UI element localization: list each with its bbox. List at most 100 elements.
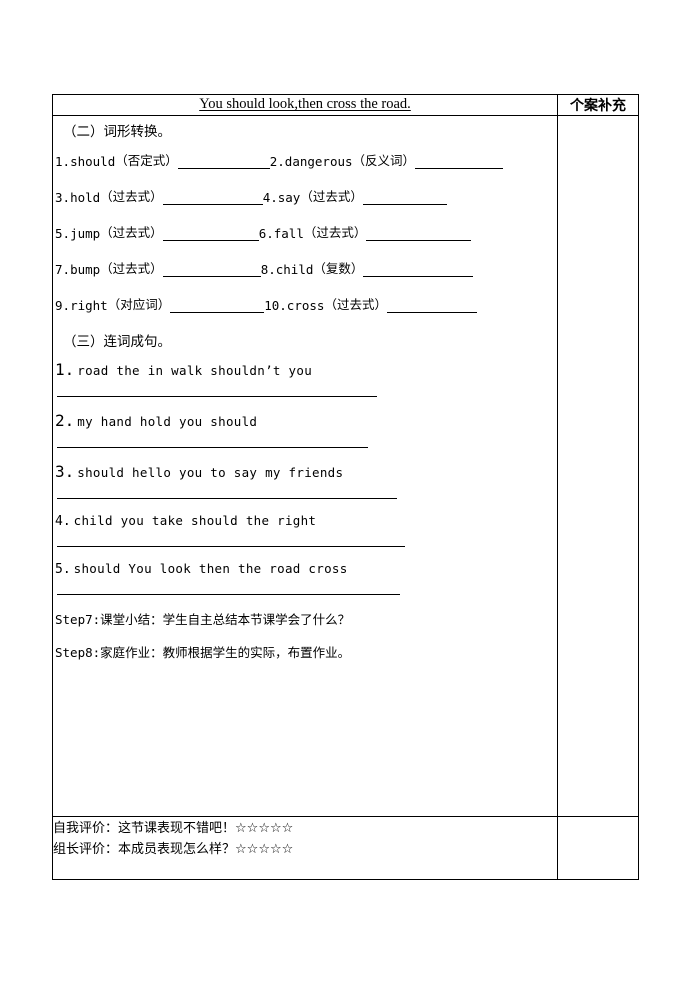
item-hint: （过去式） <box>300 189 363 204</box>
item-number: 4. <box>262 190 278 205</box>
item-hint: （对应词） <box>107 297 171 312</box>
item-number: 6. <box>258 226 274 241</box>
item-hint: （过去式） <box>100 225 163 240</box>
step-text: 家庭作业：教师根据学生的实际，布置作业。 <box>100 645 351 660</box>
leader-evaluation-label: 组长评价：本成员表现怎么样？ <box>53 842 236 857</box>
answer-blank[interactable] <box>162 265 261 277</box>
step-lead: Step8: <box>55 645 101 660</box>
scrambled-words: should You look then the road cross <box>73 561 348 576</box>
word-transform-item: 1. should （否定式） <box>55 150 270 169</box>
page-title: You should look,then cross the road. <box>199 96 411 112</box>
word-transform-row: 3. hold （过去式） 4. say （过去式） <box>55 186 557 205</box>
evaluation-cell: 自我评价：这节课表现不错吧！☆☆☆☆☆ 组长评价：本成员表现怎么样？☆☆☆☆☆ <box>52 816 558 880</box>
word-transform-row: 5. jump （过去式） 6. fall （过去式） <box>55 222 557 241</box>
scrambled-words: child you take should the right <box>73 513 317 528</box>
answer-blank[interactable] <box>170 301 265 313</box>
word-transform-item: 8. child （复数） <box>261 258 474 277</box>
item-word: jump <box>70 226 101 241</box>
item-word: should <box>70 154 116 169</box>
table-footer-row: 自我评价：这节课表现不错吧！☆☆☆☆☆ 组长评价：本成员表现怎么样？☆☆☆☆☆ <box>52 816 639 880</box>
item-number: 5. <box>55 226 71 241</box>
sentence-order-item: 3. should hello you to say my friends <box>55 462 557 499</box>
item-hint: （过去式） <box>100 189 163 204</box>
item-number: 4. <box>55 514 71 529</box>
item-number: 2. <box>55 411 75 430</box>
item-number: 8. <box>260 262 276 277</box>
lesson-title-cell: You should look,then cross the road. <box>52 94 558 116</box>
word-transform-item: 10. cross （过去式） <box>264 294 477 313</box>
step-lead: Step7: <box>55 612 101 627</box>
item-number: 2. <box>269 154 285 169</box>
step-line-7: Step7:课堂小结：学生自主总结本节课学会了什么？ <box>55 609 557 628</box>
answer-blank[interactable] <box>162 229 259 241</box>
item-hint: （过去式） <box>303 225 367 240</box>
item-word: right <box>70 298 108 313</box>
step-text: 课堂小结：学生自主总结本节课学会了什么？ <box>100 612 351 627</box>
answer-line[interactable] <box>57 546 405 547</box>
sentence-order-item: 2. my hand hold you should <box>55 411 557 448</box>
table-body-row: （二）词形转换。 1. should （否定式） 2. dangerous （反… <box>52 115 639 817</box>
item-word: hold <box>70 190 101 205</box>
answer-blank[interactable] <box>162 193 263 205</box>
answer-line[interactable] <box>57 447 368 448</box>
item-number: 1. <box>55 154 71 169</box>
item-number: 10. <box>264 298 287 313</box>
word-transform-item: 2. dangerous （反义词） <box>269 150 504 169</box>
self-evaluation-line: 自我评价：这节课表现不错吧！☆☆☆☆☆ <box>53 817 557 836</box>
answer-blank[interactable] <box>177 157 270 169</box>
item-word: say <box>277 190 301 205</box>
word-transform-item: 4. say （过去式） <box>263 186 447 205</box>
side-column-body-cell[interactable] <box>557 115 639 817</box>
item-number: 7. <box>55 262 71 277</box>
item-number: 3. <box>55 462 75 481</box>
answer-blank[interactable] <box>363 265 474 277</box>
answer-blank[interactable] <box>415 157 504 169</box>
sentence-order-item: 1. road the in walk shouldn’t you <box>55 360 557 397</box>
word-transform-row: 1. should （否定式） 2. dangerous （反义词） <box>55 150 557 169</box>
answer-blank[interactable] <box>366 229 472 241</box>
answer-blank[interactable] <box>362 193 447 205</box>
self-evaluation-stars[interactable]: ☆☆☆☆☆ <box>235 821 293 836</box>
sentence-order-item: 4. child you take should the right <box>55 513 557 547</box>
word-transform-row: 7. bump （过去式） 8. child （复数） <box>55 258 557 277</box>
section-heading-sentence-order: （三）连词成句。 <box>63 334 171 350</box>
answer-blank[interactable] <box>386 301 477 313</box>
item-number: 3. <box>55 190 71 205</box>
section-heading-word-transform: （二）词形转换。 <box>63 124 171 140</box>
worksheet-page: You should look,then cross the road. 个案补… <box>52 94 639 880</box>
item-word: fall <box>273 226 304 241</box>
item-word: child <box>275 262 314 277</box>
scrambled-words: road the in walk shouldn’t you <box>77 363 313 378</box>
item-number: 9. <box>55 298 71 313</box>
worksheet-body-cell: （二）词形转换。 1. should （否定式） 2. dangerous （反… <box>52 115 558 817</box>
word-transform-row: 9. right （对应词） 10. cross （过去式） <box>55 294 557 313</box>
word-transform-item: 6. fall （过去式） <box>259 222 472 241</box>
scrambled-words: my hand hold you should <box>77 414 258 429</box>
item-number: 5. <box>55 562 71 577</box>
answer-line[interactable] <box>57 594 400 595</box>
leader-evaluation-stars[interactable]: ☆☆☆☆☆ <box>235 842 293 857</box>
item-word: dangerous <box>284 154 353 169</box>
self-evaluation-label: 自我评价：这节课表现不错吧！ <box>53 821 236 836</box>
item-number: 1. <box>55 360 75 379</box>
word-transform-item: 9. right （对应词） <box>55 294 265 313</box>
item-hint: （反义词） <box>352 153 416 168</box>
sentence-order-item: 5. should You look then the road cross <box>55 561 557 595</box>
word-transform-item: 5. jump （过去式） <box>55 222 259 241</box>
answer-line[interactable] <box>57 498 397 499</box>
item-word: bump <box>70 262 101 277</box>
item-hint: （否定式） <box>115 153 178 168</box>
answer-line[interactable] <box>57 396 377 397</box>
item-hint: （过去式） <box>100 261 163 276</box>
side-column-label: 个案补充 <box>570 98 626 114</box>
step-line-8: Step8:家庭作业：教师根据学生的实际，布置作业。 <box>55 642 557 661</box>
item-word: cross <box>286 298 325 313</box>
side-column-header-cell: 个案补充 <box>557 94 639 116</box>
item-hint: （复数） <box>313 261 364 276</box>
evaluation-side-cell[interactable] <box>557 816 639 880</box>
table-header-row: You should look,then cross the road. 个案补… <box>52 94 639 116</box>
word-transform-item: 7. bump （过去式） <box>55 258 261 277</box>
worksheet-table: You should look,then cross the road. 个案补… <box>52 94 639 880</box>
scrambled-words: should hello you to say my friends <box>77 465 344 480</box>
word-transform-item: 3. hold （过去式） <box>55 186 263 205</box>
